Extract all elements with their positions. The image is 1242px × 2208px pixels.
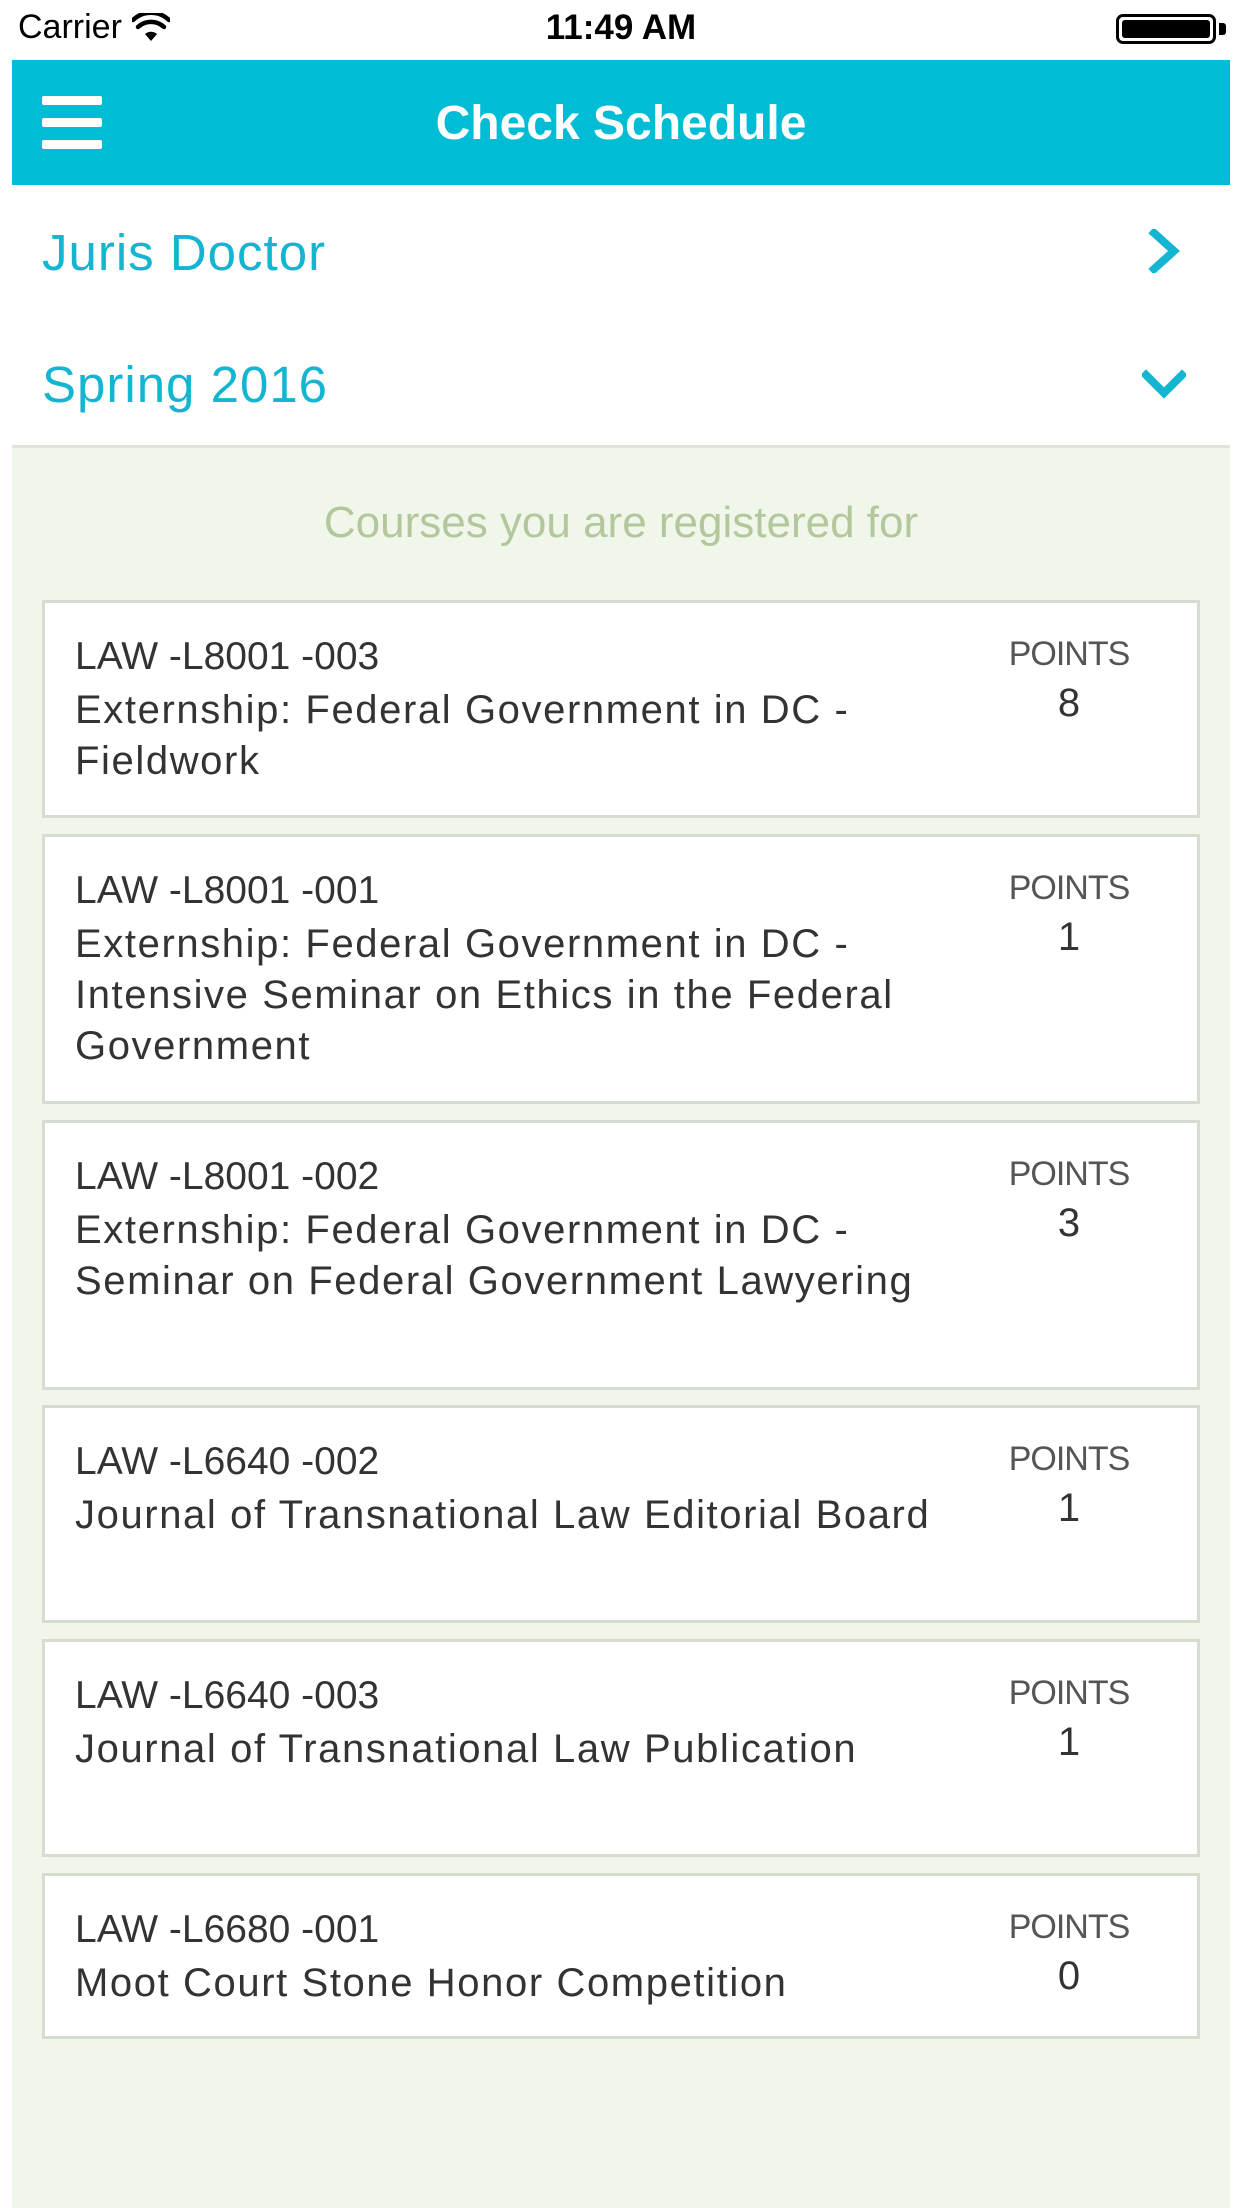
program-label: Juris Doctor xyxy=(42,224,327,281)
points-label: POINTS xyxy=(1008,635,1131,673)
course-title: Journal of Transnational Law Editorial B… xyxy=(75,1493,931,1537)
course-title: Moot Court Stone Honor Competition xyxy=(75,1961,788,2005)
term-selector[interactable]: Spring 2016 xyxy=(12,317,1230,448)
points-label: POINTS xyxy=(1008,869,1131,907)
points-value: 0 xyxy=(1057,1954,1081,1998)
course-card[interactable]: LAW -L6640 -002 Journal of Transnational… xyxy=(42,1405,1200,1623)
course-code: LAW -L8001 -002 xyxy=(75,1155,380,1198)
course-code: LAW -L8001 -001 xyxy=(75,869,380,912)
page-title: Check Schedule xyxy=(435,97,807,150)
course-code: LAW -L6640 -003 xyxy=(75,1674,380,1717)
course-card[interactable]: LAW -L8001 -002 Externship: Federal Gove… xyxy=(42,1120,1200,1390)
points-label: POINTS xyxy=(1008,1155,1131,1193)
course-card[interactable]: LAW -L8001 -003 Externship: Federal Gove… xyxy=(42,600,1200,818)
course-title: Externship: Federal Government in DC - S… xyxy=(75,1208,914,1303)
course-card[interactable]: LAW -L6680 -001 Moot Court Stone Honor C… xyxy=(42,1873,1200,2039)
courses-panel: Courses you are registered for LAW -L800… xyxy=(12,448,1230,2208)
course-code: LAW -L6680 -001 xyxy=(75,1908,380,1951)
chevron-right-icon xyxy=(1148,229,1180,273)
points-value: 3 xyxy=(1057,1201,1081,1245)
term-label: Spring 2016 xyxy=(42,356,329,413)
course-code: LAW -L6640 -002 xyxy=(75,1440,380,1483)
points-value: 1 xyxy=(1057,1720,1081,1764)
points-label: POINTS xyxy=(1008,1908,1131,1946)
status-time: 11:49 AM xyxy=(545,8,697,47)
points-label: POINTS xyxy=(1008,1674,1131,1712)
course-title: Externship: Federal Government in DC - F… xyxy=(75,688,850,783)
course-card[interactable]: LAW -L8001 -001 Externship: Federal Gove… xyxy=(42,834,1200,1104)
chevron-down-icon xyxy=(1142,369,1186,399)
app-header: Check Schedule xyxy=(12,60,1230,185)
points-value: 1 xyxy=(1057,915,1081,959)
course-title: Externship: Federal Government in DC - I… xyxy=(75,922,894,1068)
program-selector[interactable]: Juris Doctor xyxy=(12,185,1230,317)
points-value: 1 xyxy=(1057,1486,1081,1530)
course-card[interactable]: LAW -L6640 -003 Journal of Transnational… xyxy=(42,1639,1200,1857)
course-title: Journal of Transnational Law Publication xyxy=(75,1727,858,1771)
course-code: LAW -L8001 -003 xyxy=(75,635,380,678)
battery-icon xyxy=(1116,14,1226,48)
points-value: 8 xyxy=(1057,681,1081,725)
points-label: POINTS xyxy=(1008,1440,1131,1478)
courses-heading: Courses you are registered for xyxy=(323,498,919,547)
status-bar: Carrier 11:49 AM xyxy=(0,0,1242,60)
